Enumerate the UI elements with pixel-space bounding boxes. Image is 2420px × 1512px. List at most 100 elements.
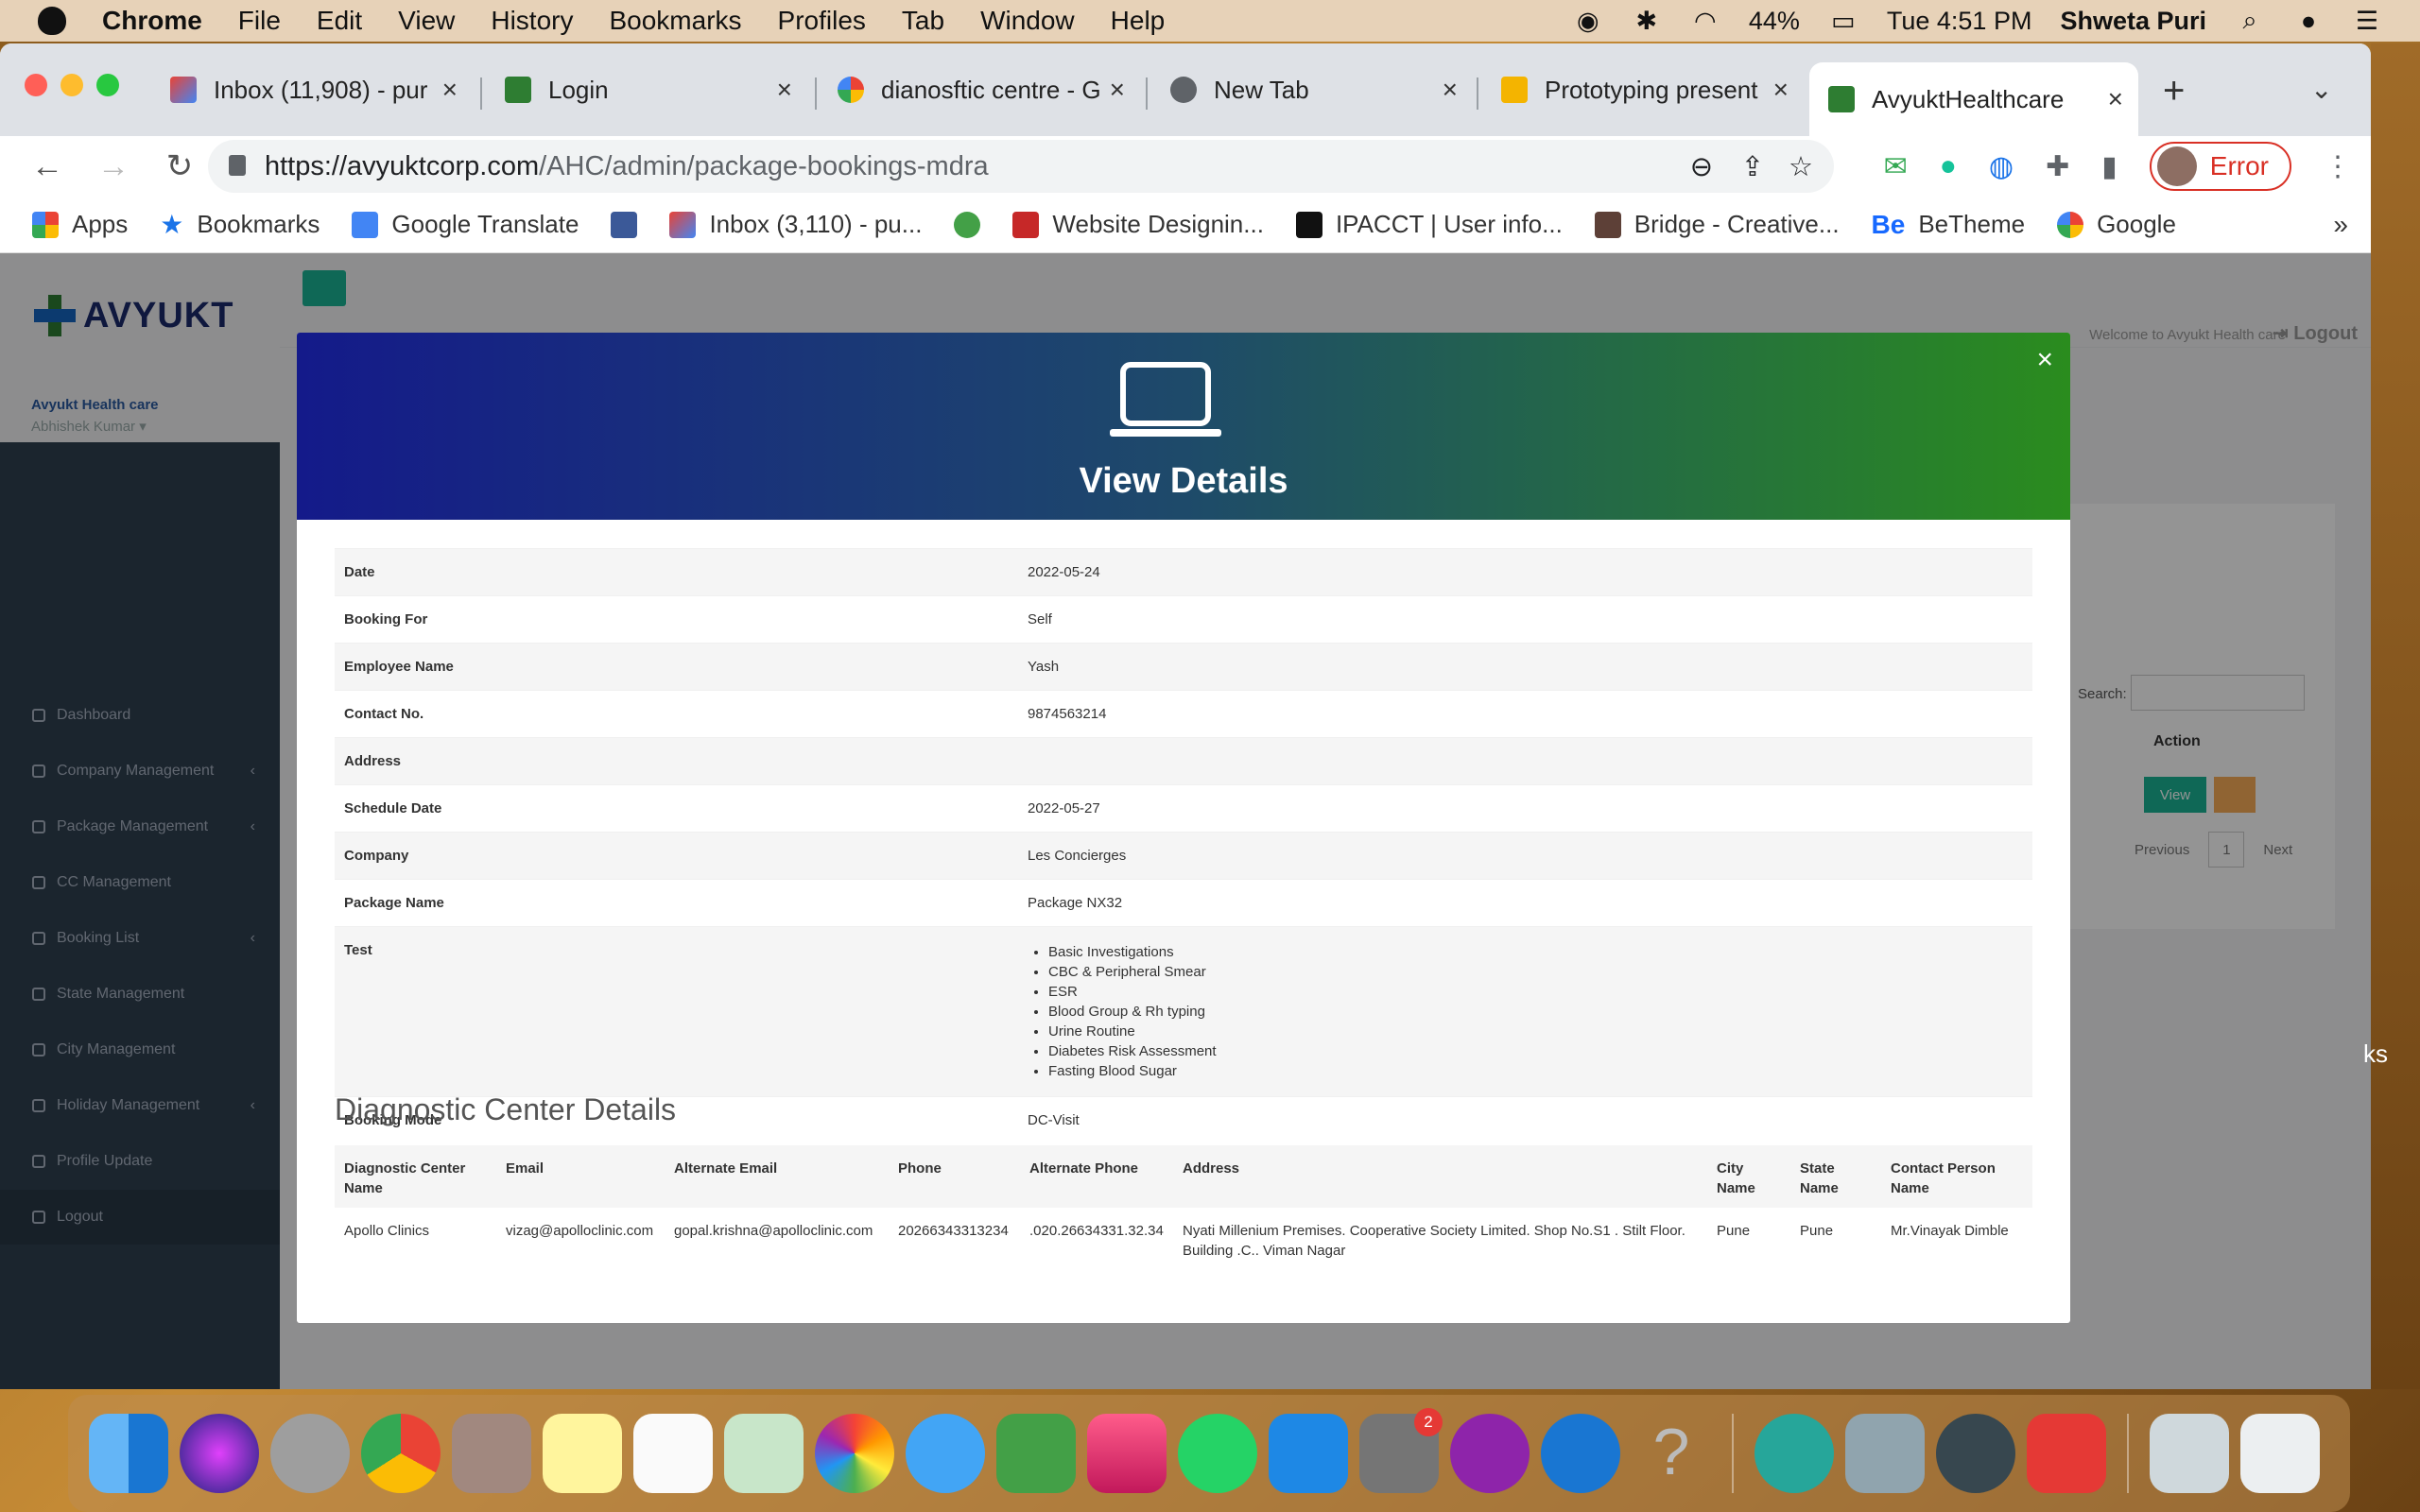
podcasts-icon[interactable] bbox=[1450, 1414, 1530, 1493]
music-icon[interactable] bbox=[1087, 1414, 1167, 1493]
bookmark-google[interactable]: Google bbox=[2057, 210, 2176, 239]
close-tab-icon[interactable]: × bbox=[442, 75, 458, 105]
extensions-puzzle-icon[interactable]: ✚ bbox=[2046, 150, 2069, 183]
bookmark-apps[interactable]: Apps bbox=[32, 210, 128, 239]
profile-error-button[interactable]: Error bbox=[2149, 142, 2291, 191]
bookmark-website-designing[interactable]: Website Designin... bbox=[1012, 210, 1264, 239]
bookmark-star-icon[interactable]: ☆ bbox=[1789, 150, 1813, 183]
messages-icon[interactable] bbox=[906, 1414, 985, 1493]
preview-icon[interactable] bbox=[1845, 1414, 1925, 1493]
facetime-icon[interactable] bbox=[996, 1414, 1076, 1493]
quicktime-icon[interactable] bbox=[1936, 1414, 2015, 1493]
notes-icon[interactable] bbox=[543, 1414, 622, 1493]
star-icon: ★ bbox=[160, 210, 184, 239]
test-item: Blood Group & Rh typing bbox=[1048, 1002, 2023, 1022]
bookmark-inbox[interactable]: Inbox (3,110) - pu... bbox=[669, 210, 922, 239]
detail-key: Contact No. bbox=[344, 706, 424, 722]
extension-mail-icon[interactable]: ✉ bbox=[1884, 150, 1908, 183]
whatsapp-icon[interactable] bbox=[1178, 1414, 1257, 1493]
bookmark-google-translate[interactable]: Google Translate bbox=[352, 210, 579, 239]
notification-center-icon[interactable]: ☰ bbox=[2352, 6, 2382, 36]
tab-google-search[interactable]: dianosftic centre - G × bbox=[819, 62, 1140, 117]
user-name[interactable]: Shweta Puri bbox=[2060, 7, 2206, 36]
bookmark-label: Google Translate bbox=[391, 210, 579, 238]
bookmark-betheme[interactable]: Be BeTheme bbox=[1872, 210, 2026, 240]
menu-bookmarks[interactable]: Bookmarks bbox=[609, 6, 741, 36]
grammarly-icon[interactable]: ● bbox=[1940, 150, 1957, 182]
table-cell: gopal.krishna@apolloclinic.com bbox=[674, 1223, 873, 1239]
tab-prototyping[interactable]: Prototyping present × bbox=[1482, 62, 1804, 117]
close-icon[interactable]: × bbox=[2036, 344, 2053, 376]
close-tab-icon[interactable]: × bbox=[1443, 75, 1458, 105]
zoom-window-button[interactable] bbox=[96, 74, 119, 96]
help-question-icon[interactable]: ? bbox=[1632, 1414, 1711, 1493]
wifi-icon[interactable]: ◠ bbox=[1690, 6, 1720, 36]
siri-icon[interactable]: ● bbox=[2293, 6, 2324, 36]
anydesk-icon[interactable] bbox=[2027, 1414, 2106, 1493]
bookmarks-overflow-chevron-icon[interactable]: » bbox=[2333, 210, 2348, 240]
menu-help[interactable]: Help bbox=[1111, 6, 1166, 36]
lock-icon[interactable] bbox=[229, 155, 246, 176]
finder-icon[interactable] bbox=[89, 1414, 168, 1493]
app-green-circle-icon[interactable] bbox=[1754, 1414, 1834, 1493]
back-button[interactable]: ← bbox=[28, 148, 66, 185]
address-bar[interactable]: https://avyuktcorp.com/AHC/admin/package… bbox=[208, 140, 1834, 193]
safari-icon[interactable] bbox=[1541, 1414, 1620, 1493]
close-tab-icon[interactable]: × bbox=[1110, 75, 1125, 105]
bookmark-label: Inbox (3,110) - pu... bbox=[709, 210, 923, 238]
forward-button[interactable]: → bbox=[95, 148, 132, 185]
detail-value bbox=[1018, 738, 2032, 784]
siri-icon[interactable] bbox=[180, 1414, 259, 1493]
reload-button[interactable]: ↻ bbox=[161, 147, 199, 185]
minimize-window-button[interactable] bbox=[60, 74, 83, 96]
app-store-icon[interactable] bbox=[1269, 1414, 1348, 1493]
bluetooth-icon[interactable]: ✱ bbox=[1632, 6, 1662, 36]
opera-icon[interactable]: ◉ bbox=[1573, 6, 1603, 36]
bookmark-ipacct[interactable]: IPACCT | User info... bbox=[1295, 210, 1563, 239]
menu-file[interactable]: File bbox=[238, 6, 281, 36]
system-preferences-icon[interactable]: 2 bbox=[1359, 1408, 1443, 1493]
downloads-stack-icon[interactable] bbox=[2150, 1414, 2229, 1493]
bookmark-label: Google bbox=[2097, 210, 2176, 238]
battery-icon[interactable]: ▭ bbox=[1828, 6, 1858, 36]
tab-gmail-inbox[interactable]: Inbox (11,908) - pur × bbox=[151, 62, 473, 117]
apple-icon[interactable] bbox=[38, 7, 66, 35]
launchpad-icon[interactable] bbox=[270, 1414, 350, 1493]
close-tab-icon[interactable]: × bbox=[777, 75, 792, 105]
tab-avyukt-healthcare[interactable]: AvyuktHealthcare × bbox=[1809, 62, 2138, 136]
chrome-icon[interactable] bbox=[361, 1414, 441, 1493]
menu-window[interactable]: Window bbox=[980, 6, 1075, 36]
menu-tab[interactable]: Tab bbox=[902, 6, 944, 36]
menu-profiles[interactable]: Profiles bbox=[778, 6, 866, 36]
zoom-icon[interactable]: ⊖ bbox=[1690, 150, 1713, 183]
menu-edit[interactable]: Edit bbox=[317, 6, 362, 36]
menu-app-name[interactable]: Chrome bbox=[102, 6, 202, 36]
bookmark-facebook[interactable] bbox=[611, 211, 638, 238]
bookmark-green-site[interactable] bbox=[954, 211, 981, 238]
share-icon[interactable]: ⇪ bbox=[1741, 150, 1764, 183]
maps-icon[interactable] bbox=[724, 1414, 804, 1493]
chrome-menu-icon[interactable]: ⋮ bbox=[2324, 150, 2352, 183]
close-tab-icon[interactable]: × bbox=[2108, 84, 2123, 114]
contacts-icon[interactable] bbox=[452, 1414, 531, 1493]
tab-login[interactable]: Login × bbox=[486, 62, 807, 117]
reminders-icon[interactable] bbox=[633, 1414, 713, 1493]
tab-new-tab[interactable]: New Tab × bbox=[1151, 62, 1473, 117]
tab-search-chevron-icon[interactable]: ⌄ bbox=[2310, 74, 2332, 105]
side-panel-icon[interactable]: ▮ bbox=[2101, 150, 2118, 183]
close-window-button[interactable] bbox=[25, 74, 47, 96]
photos-icon[interactable] bbox=[815, 1414, 894, 1493]
new-tab-button[interactable]: + bbox=[2163, 70, 2185, 112]
close-tab-icon[interactable]: × bbox=[1773, 75, 1789, 105]
menu-history[interactable]: History bbox=[491, 6, 573, 36]
spotlight-search-icon[interactable]: ⌕ bbox=[2235, 6, 2265, 36]
menu-view[interactable]: View bbox=[398, 6, 455, 36]
column-header: Email bbox=[506, 1160, 544, 1177]
bookmark-bridge[interactable]: Bridge - Creative... bbox=[1594, 210, 1840, 239]
trash-icon[interactable] bbox=[2240, 1414, 2320, 1493]
extension-blue-icon[interactable]: ◍ bbox=[1989, 150, 2014, 183]
bookmark-bookmarks[interactable]: ★ Bookmarks bbox=[160, 209, 320, 240]
desktop-wallpaper-edge bbox=[2371, 43, 2420, 1389]
browser-toolbar: ← → ↻ https://avyuktcorp.com/AHC/admin/p… bbox=[0, 136, 2371, 197]
clock[interactable]: Tue 4:51 PM bbox=[1887, 7, 2032, 36]
